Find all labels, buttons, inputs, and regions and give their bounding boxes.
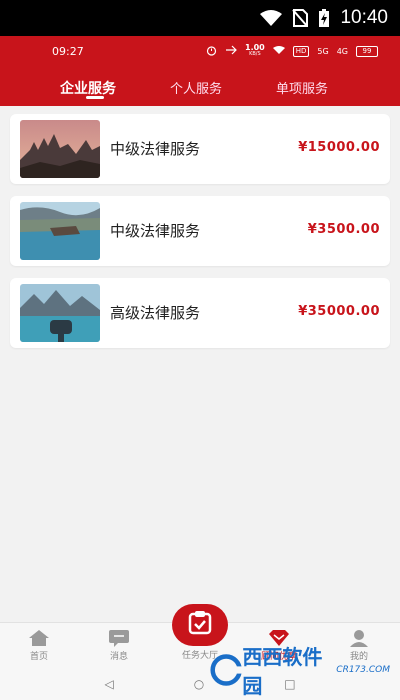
nav-home[interactable]: 首页 [9,627,69,662]
in-app-status-bar: 09:27 1.00 KB/S HD 5G 4G 99 [0,36,400,66]
mountain-lake-binocular-photo [20,284,100,342]
no-sim-icon [292,9,309,27]
tab-single-service[interactable]: 单项服务 [276,78,328,97]
service-tabs: 企业服务 个人服务 单项服务 [0,72,400,106]
app-header: 09:27 1.00 KB/S HD 5G 4G 99 企业服务 个人服务 单项… [0,36,400,106]
system-status-bar: 10:40 [0,0,400,36]
data-saver-icon [225,45,237,57]
battery-charging-icon [318,8,330,28]
home-icon [9,627,69,649]
service-card[interactable]: 中级法律服务 ¥15000.00 [10,114,390,184]
castle-photo [20,120,100,178]
nav-label: 首页 [29,652,48,662]
active-tab-indicator [86,96,104,99]
wifi-icon [260,9,283,27]
in-app-clock: 09:27 [52,44,84,58]
task-icon [187,610,213,640]
tab-personal-service[interactable]: 个人服务 [170,78,222,97]
service-card[interactable]: 中级法律服务 ¥3500.00 [10,196,390,266]
home-button-icon[interactable]: ○ [194,677,204,691]
watermark-logo-icon [210,654,243,686]
service-title: 高级法律服务 [110,304,201,322]
nav-label: 消息 [109,652,128,662]
task-hall-button[interactable] [172,604,228,646]
wifi-small-icon [272,45,285,57]
service-title: 中级法律服务 [110,140,201,158]
battery-indicator: 99 [356,45,378,57]
net-speed: 1.00 KB/S [245,43,265,58]
watermark-url: CR173.COM [336,665,390,675]
service-price: ¥35000.00 [298,304,380,319]
signal-4g: 4G [336,46,348,56]
profile-icon [329,627,389,649]
tab-enterprise-service[interactable]: 企业服务 [60,78,116,98]
service-price: ¥3500.00 [307,222,380,237]
watermark-text: 西西软件园 [242,645,323,698]
service-title: 中级法律服务 [110,222,201,240]
watermark: 西西软件园 CR173.COM [210,645,390,698]
status-icons: 1.00 KB/S HD 5G 4G 99 [206,44,378,58]
system-clock: 10:40 [340,7,388,28]
message-icon [89,627,149,649]
service-price: ¥15000.00 [298,140,380,155]
nav-messages[interactable]: 消息 [89,627,149,662]
alarm-icon [206,45,217,58]
service-card[interactable]: 高级法律服务 ¥35000.00 [10,278,390,348]
signal-5g: 5G [317,46,329,56]
lake-cliff-photo [20,202,100,260]
hd-badge: HD [292,45,310,57]
back-icon[interactable]: ◁ [104,677,113,691]
